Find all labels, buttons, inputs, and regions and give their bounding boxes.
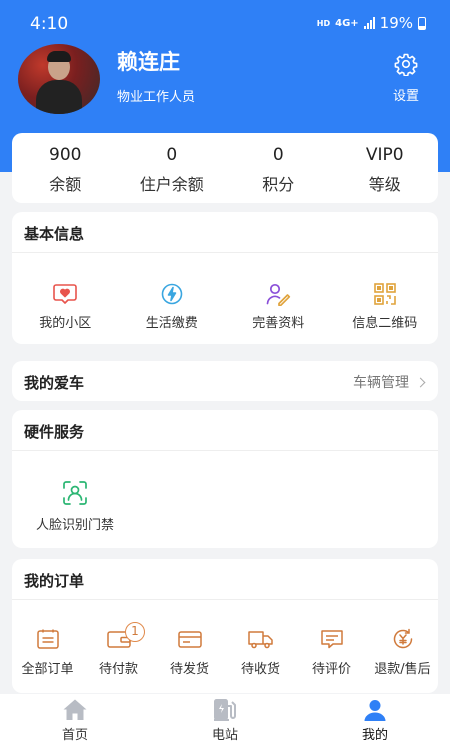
stat-resident-balance[interactable]: 0 住户余额 xyxy=(119,133,226,203)
profile-icon xyxy=(364,700,386,721)
stat-value: 0 xyxy=(166,145,178,165)
user-role: 物业工作人员 xyxy=(117,90,196,105)
settings-label: 设置 xyxy=(392,89,419,104)
signal-icon xyxy=(363,17,375,29)
community-heart-icon xyxy=(53,284,78,304)
battery-percent: 19% xyxy=(379,14,413,32)
face-recognition-icon xyxy=(63,481,87,505)
gear-icon xyxy=(394,53,418,76)
grid-label: 完善资料 xyxy=(252,316,305,331)
grid-label: 人脸识别门禁 xyxy=(35,518,114,533)
card-icon xyxy=(177,631,202,648)
complete-profile-button[interactable]: 完善资料 xyxy=(225,282,332,331)
charging-station-icon xyxy=(214,699,236,721)
bottom-tab-bar: 首页 电站 我的 xyxy=(0,694,450,750)
edit-profile-icon xyxy=(266,283,291,306)
status-icons: HD 4G+ 19% xyxy=(317,14,426,32)
vehicle-management-link[interactable]: 车辆管理 xyxy=(353,372,426,392)
divider xyxy=(12,599,438,600)
tab-label: 电站 xyxy=(211,728,238,743)
truck-icon xyxy=(247,631,273,649)
tab-station[interactable]: 电站 xyxy=(150,694,300,750)
section-title: 硬件服务 xyxy=(24,423,85,441)
divider xyxy=(12,252,438,253)
status-bar: 4:10 HD 4G+ 19% xyxy=(0,0,450,46)
order-label: 全部订单 xyxy=(21,662,74,677)
payment-water-icon xyxy=(161,283,183,305)
stat-level[interactable]: VIP0 等级 xyxy=(332,133,439,203)
pending-receipt-button[interactable]: 待收货 xyxy=(225,628,296,677)
hd-indicator: HD xyxy=(316,18,331,28)
stat-value: VIP0 xyxy=(365,145,404,165)
stat-label: 积分 xyxy=(262,175,295,194)
grid-label: 我的小区 xyxy=(39,316,92,331)
tab-label: 首页 xyxy=(61,728,88,743)
stat-label: 等级 xyxy=(368,175,401,194)
grid-label: 信息二维码 xyxy=(352,316,418,331)
settings-button[interactable]: 设置 xyxy=(384,52,428,104)
notification-badge: 1 xyxy=(125,622,145,642)
qr-code-icon xyxy=(373,283,396,305)
battery-icon xyxy=(418,16,426,30)
comment-icon xyxy=(320,630,343,649)
divider xyxy=(12,450,438,451)
chevron-right-icon xyxy=(415,377,426,387)
status-time: 4:10 xyxy=(30,14,69,34)
stat-label: 余额 xyxy=(49,175,82,194)
all-orders-icon xyxy=(36,629,59,649)
pending-review-button[interactable]: 待评价 xyxy=(296,628,367,677)
my-orders-section: 我的订单 全部订单 1 待付款 待发货 待收货 待评价 退款/售后 xyxy=(12,559,438,693)
refund-icon xyxy=(393,628,412,649)
tab-mine[interactable]: 我的 xyxy=(300,694,450,750)
order-label: 退款/售后 xyxy=(374,662,431,677)
my-car-row[interactable]: 我的爱车 车辆管理 xyxy=(12,361,438,401)
stat-points[interactable]: 0 积分 xyxy=(225,133,332,203)
user-name: 赖连庄 xyxy=(117,50,180,74)
avatar[interactable] xyxy=(18,44,100,114)
order-label: 待付款 xyxy=(98,662,138,677)
stat-value: 0 xyxy=(272,145,284,165)
info-qr-code-button[interactable]: 信息二维码 xyxy=(332,282,439,331)
pending-payment-button[interactable]: 1 待付款 xyxy=(83,622,154,677)
tab-label: 我的 xyxy=(361,728,388,743)
section-title: 我的订单 xyxy=(24,572,85,590)
home-icon xyxy=(63,699,87,720)
utility-payment-button[interactable]: 生活缴费 xyxy=(119,282,226,331)
order-label: 待发货 xyxy=(169,662,209,677)
grid-label: 生活缴费 xyxy=(145,316,198,331)
section-title: 我的爱车 xyxy=(24,374,85,392)
stat-balance[interactable]: 900 余额 xyxy=(12,133,119,203)
all-orders-button[interactable]: 全部订单 xyxy=(12,628,83,677)
face-recognition-access-button[interactable]: 人脸识别门禁 xyxy=(30,480,120,533)
refund-after-sales-button[interactable]: 退款/售后 xyxy=(367,628,438,677)
stats-card: 900 余额 0 住户余额 0 积分 VIP0 等级 xyxy=(12,133,438,203)
my-community-button[interactable]: 我的小区 xyxy=(12,282,119,331)
pending-shipment-button[interactable]: 待发货 xyxy=(154,628,225,677)
tab-home[interactable]: 首页 xyxy=(0,694,150,750)
order-label: 待收货 xyxy=(240,662,280,677)
network-type: 4G+ xyxy=(335,17,359,29)
basic-info-section: 基本信息 我的小区 生活缴费 完善资料 信息二维码 xyxy=(12,212,438,344)
stat-label: 住户余额 xyxy=(139,175,204,194)
stat-value: 900 xyxy=(49,145,82,165)
section-title: 基本信息 xyxy=(24,225,85,243)
vehicle-management-label: 车辆管理 xyxy=(353,375,409,391)
order-label: 待评价 xyxy=(311,662,351,677)
hardware-service-section: 硬件服务 人脸识别门禁 xyxy=(12,410,438,548)
